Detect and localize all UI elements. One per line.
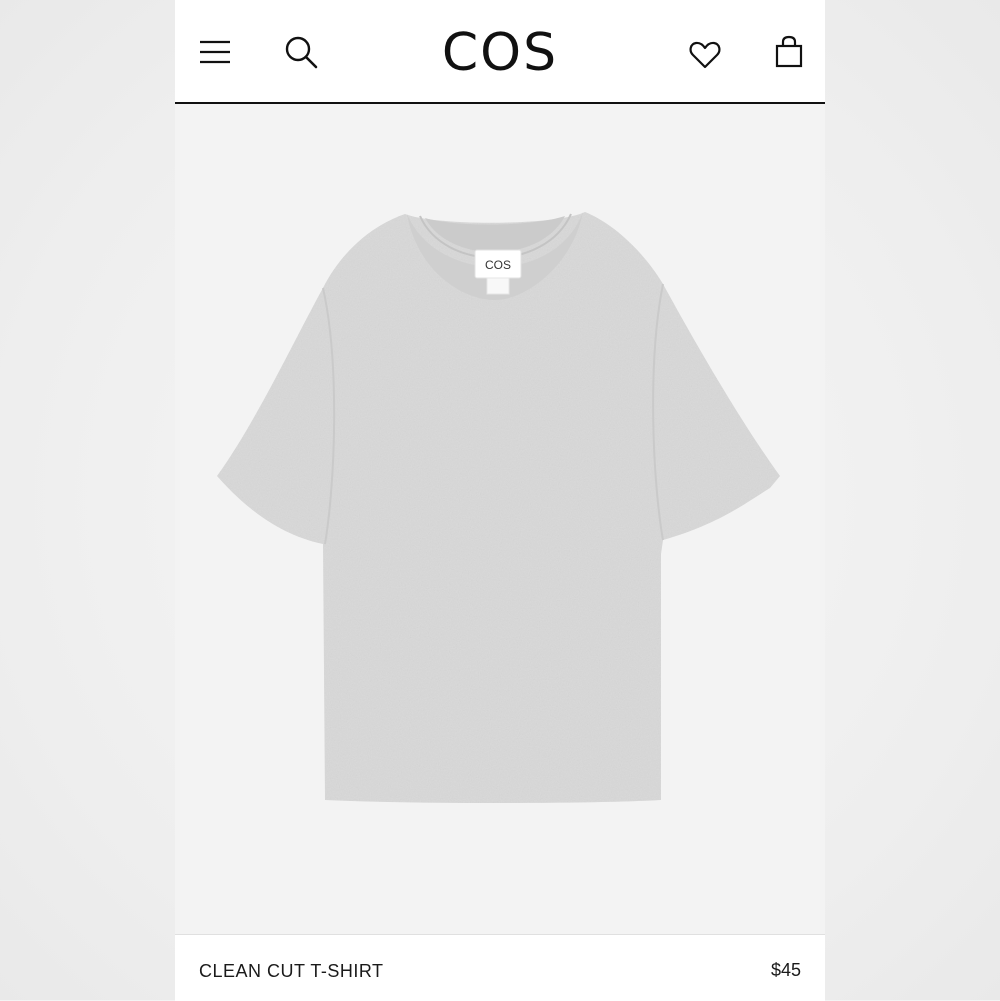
wishlist-button[interactable] xyxy=(685,35,725,75)
site-header: COS xyxy=(175,0,825,104)
product-image-area[interactable]: COS xyxy=(175,104,825,934)
tshirt-image: COS xyxy=(175,104,825,934)
heart-icon xyxy=(689,41,721,69)
product-name[interactable]: CLEAN CUT T-SHIRT xyxy=(199,961,384,982)
menu-button[interactable] xyxy=(195,32,235,72)
product-page: COS COS CLEAN CUT T-SHIRT $45 xyxy=(175,0,825,1001)
shopping-bag-icon xyxy=(775,35,803,68)
product-price: $45 xyxy=(770,960,801,980)
brand-logo[interactable]: COS xyxy=(400,24,600,82)
hamburger-menu-icon xyxy=(200,40,230,64)
product-info-bar: CLEAN CUT T-SHIRT $45 xyxy=(175,934,825,1001)
label-brand-text: COS xyxy=(485,258,511,272)
search-icon xyxy=(285,36,318,69)
bag-button[interactable] xyxy=(769,32,809,72)
search-button[interactable] xyxy=(281,32,321,72)
